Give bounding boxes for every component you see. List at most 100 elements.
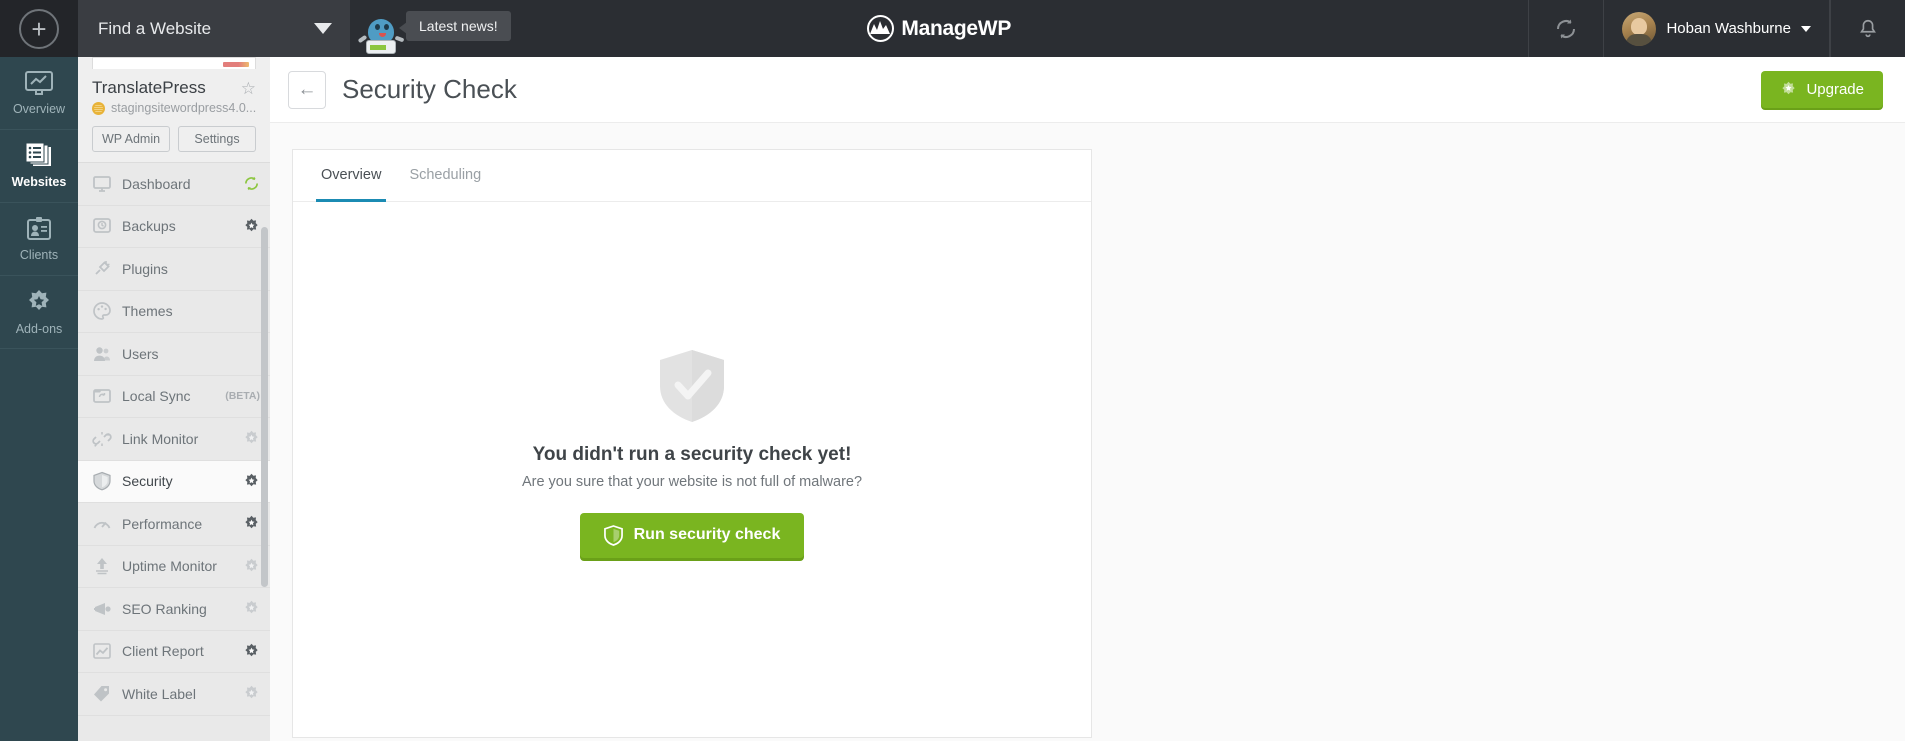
sidebar-item-uptime-monitor[interactable]: Uptime Monitor [78, 545, 270, 588]
add-website-button[interactable]: + [0, 0, 78, 57]
managewp-mark-icon [867, 15, 895, 42]
sidebar-item-security[interactable]: Security [78, 460, 270, 503]
rail-item-label: Add-ons [15, 321, 63, 336]
chevron-down-icon [314, 23, 332, 34]
site-sidebar: TranslatePress ☆ stagingsitewordpress4.0… [78, 57, 270, 741]
shield-icon [603, 524, 623, 546]
sidebar-item-label: Themes [122, 303, 173, 320]
sidebar-item-label: Link Monitor [122, 430, 199, 447]
rail-item-websites[interactable]: Websites [0, 130, 87, 203]
sidebar-item-backups[interactable]: Backups [78, 205, 270, 248]
arrow-up-icon [92, 556, 112, 576]
security-card: Overview Scheduling You didn't run a secu… [292, 149, 1092, 738]
gear-icon[interactable] [243, 430, 260, 447]
tab-overview[interactable]: Overview [307, 150, 395, 202]
sidebar-item-client-report[interactable]: Client Report [78, 630, 270, 673]
user-menu[interactable]: Hoban Washburne [1603, 0, 1830, 57]
sidebar-item-label: SEO Ranking [122, 600, 207, 617]
main-content: ← Security Check Upgrade Overview Schedul… [270, 57, 1905, 741]
app-shell: Overview Websites Clients Add-ons Transl… [0, 57, 1905, 741]
sidebar-item-label: Backups [122, 218, 176, 235]
managewp-logo[interactable]: ManageWP [867, 15, 1011, 42]
site-url: stagingsitewordpress4.0... [111, 101, 256, 115]
gear-icon[interactable] [243, 600, 260, 617]
content-area: Overview Scheduling You didn't run a secu… [270, 123, 1905, 741]
sidebar-item-link-monitor[interactable]: Link Monitor [78, 418, 270, 461]
palette-icon [92, 301, 112, 321]
upgrade-label: Upgrade [1806, 81, 1864, 98]
latest-news-label: Latest news! [399, 11, 511, 41]
sidebar-item-seo-ranking[interactable]: SEO Ranking [78, 588, 270, 631]
sidebar-scrollbar[interactable] [261, 227, 268, 587]
gear-icon[interactable] [243, 558, 260, 575]
rail-item-label: Clients [19, 248, 59, 262]
managewp-wordmark: ManageWP [901, 16, 1012, 40]
gear-icon[interactable] [243, 218, 260, 235]
gauge-icon [92, 514, 112, 534]
run-security-check-button[interactable]: Run security check [579, 512, 805, 558]
plug-icon [92, 259, 112, 279]
sync-icon [1557, 19, 1576, 38]
broken-link-icon [92, 429, 112, 449]
sidebar-item-label: Client Report [122, 643, 204, 660]
sidebar-item-label: Local Sync [122, 388, 191, 405]
wordpress-icon [92, 101, 105, 115]
hard-drive-icon [92, 216, 112, 236]
sidebar-item-users[interactable]: Users [78, 333, 270, 376]
top-bar: + Find a Website Latest news! ManageWP H… [0, 0, 1905, 57]
upgrade-button[interactable]: Upgrade [1761, 71, 1883, 108]
sidebar-item-dashboard[interactable]: Dashboard [78, 163, 270, 206]
page-header: ← Security Check Upgrade [270, 57, 1905, 123]
wp-admin-button[interactable]: WP Admin [92, 126, 170, 152]
sidebar-item-themes[interactable]: Themes [78, 290, 270, 333]
stacked-list-icon [25, 143, 51, 166]
back-button[interactable]: ← [288, 70, 326, 109]
id-card-icon [27, 217, 51, 240]
latest-news-notification[interactable]: Latest news! [357, 11, 511, 55]
chart-icon [92, 641, 112, 661]
rail-item-label: Overview [12, 102, 66, 116]
sidebar-item-label: Dashboard [122, 175, 191, 192]
gear-icon[interactable] [243, 473, 260, 490]
gear-star-icon [1782, 81, 1796, 95]
refresh-icon[interactable] [243, 175, 260, 192]
sidebar-item-label: White Label [122, 685, 196, 702]
settings-button[interactable]: Settings [178, 126, 256, 152]
chevron-down-icon [1801, 25, 1811, 32]
site-thumbnail [92, 57, 256, 69]
empty-state-heading: You didn't run a security check yet! [532, 443, 852, 465]
top-bar-right: Hoban Washburne [1528, 0, 1905, 57]
sync-button[interactable] [1528, 0, 1603, 57]
sidebar-item-label: Uptime Monitor [122, 558, 217, 575]
top-bar-center: Latest news! ManageWP [350, 0, 1528, 57]
megaphone-icon [92, 599, 112, 619]
sidebar-item-label: Users [122, 345, 159, 362]
users-icon [92, 344, 112, 364]
rail-item-clients[interactable]: Clients [0, 203, 78, 276]
find-a-website-dropdown[interactable]: Find a Website [78, 0, 350, 57]
rail-item-label: Websites [11, 175, 67, 189]
tab-scheduling[interactable]: Scheduling [395, 150, 495, 201]
rail-item-addons[interactable]: Add-ons [0, 276, 78, 349]
star-outline-icon[interactable]: ☆ [241, 80, 256, 97]
gear-icon[interactable] [243, 685, 260, 702]
run-security-check-label: Run security check [633, 526, 781, 543]
monitor-icon [92, 174, 112, 194]
sidebar-item-white-label[interactable]: White Label [78, 673, 270, 716]
gear-icon[interactable] [243, 515, 260, 532]
sidebar-item-local-sync[interactable]: Local Sync (BETA) [78, 375, 270, 418]
gear-icon[interactable] [243, 643, 260, 660]
user-name-label: Hoban Washburne [1666, 20, 1791, 37]
avatar [1622, 11, 1657, 46]
notifications-button[interactable] [1830, 0, 1905, 57]
plus-circle-icon: + [19, 8, 59, 49]
site-nav-list: Dashboard Backups Plugins Themes Users Local … [78, 162, 270, 741]
sidebar-item-plugins[interactable]: Plugins [78, 248, 270, 291]
sidebar-item-performance[interactable]: Performance [78, 503, 270, 546]
find-a-website-label: Find a Website [98, 18, 212, 38]
site-name: TranslatePress [92, 78, 206, 97]
rail-item-overview[interactable]: Overview [0, 57, 78, 130]
shield-check-icon [660, 349, 724, 422]
monitor-chart-icon [25, 71, 53, 95]
empty-state-subtext: Are you sure that your website is not fu… [521, 473, 863, 490]
